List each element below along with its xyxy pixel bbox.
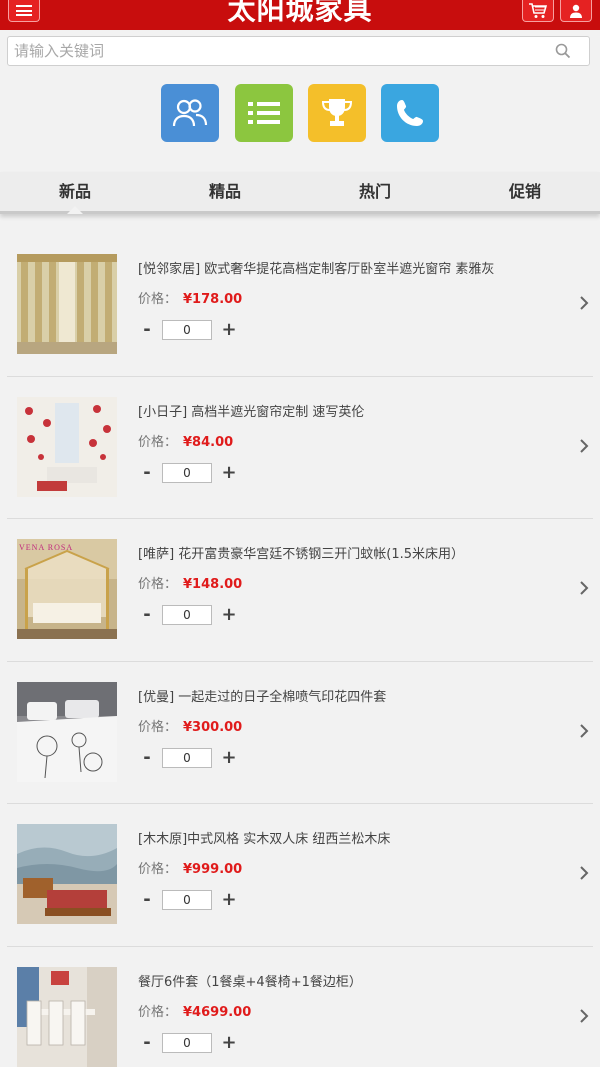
price-row: 价格： ¥300.00 bbox=[138, 716, 242, 735]
product-image[interactable] bbox=[17, 966, 117, 1067]
product-image[interactable] bbox=[17, 396, 117, 497]
quantity-stepper: - + bbox=[138, 890, 238, 910]
list-icon bbox=[248, 102, 280, 124]
product-name[interactable]: [木木原]中式风格 实木双人床 纽西兰松木床 bbox=[138, 828, 390, 847]
user-icon bbox=[570, 4, 582, 18]
decrease-button[interactable]: - bbox=[138, 1033, 156, 1052]
product-image[interactable] bbox=[17, 254, 117, 354]
product-name[interactable]: [小日子] 高档半遮光窗帘定制 速写英伦 bbox=[138, 401, 364, 420]
decrease-button[interactable]: - bbox=[138, 321, 156, 339]
quantity-input[interactable] bbox=[162, 747, 212, 768]
category-tabs: 新品 精品 热门 促销 bbox=[0, 172, 600, 214]
increase-button[interactable]: + bbox=[220, 463, 238, 482]
quantity-stepper: - + bbox=[138, 320, 238, 340]
cart-button[interactable] bbox=[522, 0, 554, 22]
decrease-button[interactable]: - bbox=[138, 748, 156, 767]
cart-icon bbox=[529, 2, 548, 18]
price-row: 价格： ¥178.00 bbox=[138, 288, 242, 307]
product-price: ¥999.00 bbox=[183, 862, 243, 877]
product-name[interactable]: [优曼] 一起走过的日子全棉喷气印花四件套 bbox=[138, 686, 386, 705]
tab-hot[interactable]: 热门 bbox=[300, 172, 450, 211]
tab-featured[interactable]: 精品 bbox=[150, 172, 300, 211]
price-label: 价格： bbox=[138, 1004, 178, 1020]
chevron-right-icon[interactable] bbox=[579, 296, 589, 310]
quantity-stepper: - + bbox=[138, 605, 238, 625]
search-bar bbox=[7, 36, 590, 66]
chevron-right-icon[interactable] bbox=[579, 723, 589, 738]
trophy-icon bbox=[321, 99, 353, 126]
product-price: ¥178.00 bbox=[183, 292, 243, 307]
increase-button[interactable]: + bbox=[220, 321, 238, 339]
chevron-right-icon[interactable] bbox=[579, 581, 589, 595]
price-row: 价格： ¥148.00 bbox=[138, 573, 242, 592]
decrease-button[interactable]: - bbox=[138, 463, 156, 482]
price-row: 价格： ¥4699.00 bbox=[138, 1001, 251, 1020]
thumb-watermark: VENA ROSA bbox=[19, 543, 74, 552]
chevron-right-icon[interactable] bbox=[579, 438, 589, 453]
price-label: 价格： bbox=[138, 434, 178, 450]
increase-button[interactable]: + bbox=[220, 748, 238, 767]
increase-button[interactable]: + bbox=[220, 891, 238, 909]
trophy-quick-link[interactable] bbox=[308, 84, 366, 142]
price-row: 价格： ¥84.00 bbox=[138, 431, 233, 450]
chevron-right-icon[interactable] bbox=[579, 1008, 589, 1023]
product-item[interactable]: 餐厅6件套（1餐桌+4餐椅+1餐边柜） 价格： ¥4699.00 - + bbox=[7, 947, 593, 1067]
price-label: 价格： bbox=[138, 577, 178, 592]
quantity-input[interactable] bbox=[162, 890, 212, 910]
price-label: 价格： bbox=[138, 862, 178, 877]
product-price: ¥4699.00 bbox=[183, 1004, 252, 1020]
chevron-right-icon[interactable] bbox=[579, 866, 589, 880]
phone-quick-link[interactable] bbox=[381, 84, 439, 142]
product-name[interactable]: [唯萨] 花开富贵豪华宫廷不锈钢三开门蚊帐(1.5米床用） bbox=[138, 543, 464, 562]
product-item[interactable]: VENA ROSA [唯萨] 花开富贵豪华宫廷不锈钢三开门蚊帐(1.5米床用） … bbox=[7, 519, 593, 662]
product-image[interactable] bbox=[17, 824, 117, 924]
search-input[interactable] bbox=[8, 37, 528, 65]
product-name[interactable]: [悦邻家居] 欧式奢华提花高档定制客厅卧室半遮光窗帘 素雅灰 bbox=[138, 258, 494, 277]
phone-icon bbox=[397, 100, 423, 126]
quantity-input[interactable] bbox=[162, 605, 212, 625]
increase-button[interactable]: + bbox=[220, 606, 238, 624]
quantity-input[interactable] bbox=[162, 1032, 212, 1053]
product-price: ¥300.00 bbox=[183, 719, 243, 735]
app-title: 太阳城家具 bbox=[227, 0, 373, 26]
user-button[interactable] bbox=[560, 0, 592, 22]
product-item[interactable]: [小日子] 高档半遮光窗帘定制 速写英伦 价格： ¥84.00 - + bbox=[7, 377, 593, 519]
quantity-stepper: - + bbox=[138, 462, 238, 483]
product-price: ¥84.00 bbox=[183, 434, 234, 450]
app-header: 太阳城家具 bbox=[0, 0, 600, 30]
product-price: ¥148.00 bbox=[183, 577, 243, 592]
decrease-button[interactable]: - bbox=[138, 891, 156, 909]
decrease-button[interactable]: - bbox=[138, 606, 156, 624]
users-icon bbox=[172, 99, 208, 127]
price-row: 价格： ¥999.00 bbox=[138, 858, 242, 877]
tab-promotion[interactable]: 促销 bbox=[450, 172, 600, 211]
product-name[interactable]: 餐厅6件套（1餐桌+4餐椅+1餐边柜） bbox=[138, 971, 362, 990]
tab-new[interactable]: 新品 bbox=[0, 172, 150, 214]
increase-button[interactable]: + bbox=[220, 1033, 238, 1052]
product-list: [悦邻家居] 欧式奢华提花高档定制客厅卧室半遮光窗帘 素雅灰 价格： ¥178.0… bbox=[0, 234, 600, 1067]
product-item[interactable]: [优曼] 一起走过的日子全棉喷气印花四件套 价格： ¥300.00 - + bbox=[7, 662, 593, 804]
product-image[interactable]: VENA ROSA bbox=[17, 539, 117, 639]
list-quick-link[interactable] bbox=[235, 84, 293, 142]
price-label: 价格： bbox=[138, 719, 178, 735]
quantity-input[interactable] bbox=[162, 320, 212, 340]
product-item[interactable]: [木木原]中式风格 实木双人床 纽西兰松木床 价格： ¥999.00 - + bbox=[7, 804, 593, 947]
quantity-input[interactable] bbox=[162, 462, 212, 483]
search-icon[interactable] bbox=[555, 43, 571, 59]
product-image[interactable] bbox=[17, 681, 117, 782]
users-quick-link[interactable] bbox=[161, 84, 219, 142]
quantity-stepper: - + bbox=[138, 1032, 238, 1053]
price-label: 价格： bbox=[138, 292, 178, 307]
product-item[interactable]: [悦邻家居] 欧式奢华提花高档定制客厅卧室半遮光窗帘 素雅灰 价格： ¥178.0… bbox=[7, 234, 593, 377]
quantity-stepper: - + bbox=[138, 747, 238, 768]
